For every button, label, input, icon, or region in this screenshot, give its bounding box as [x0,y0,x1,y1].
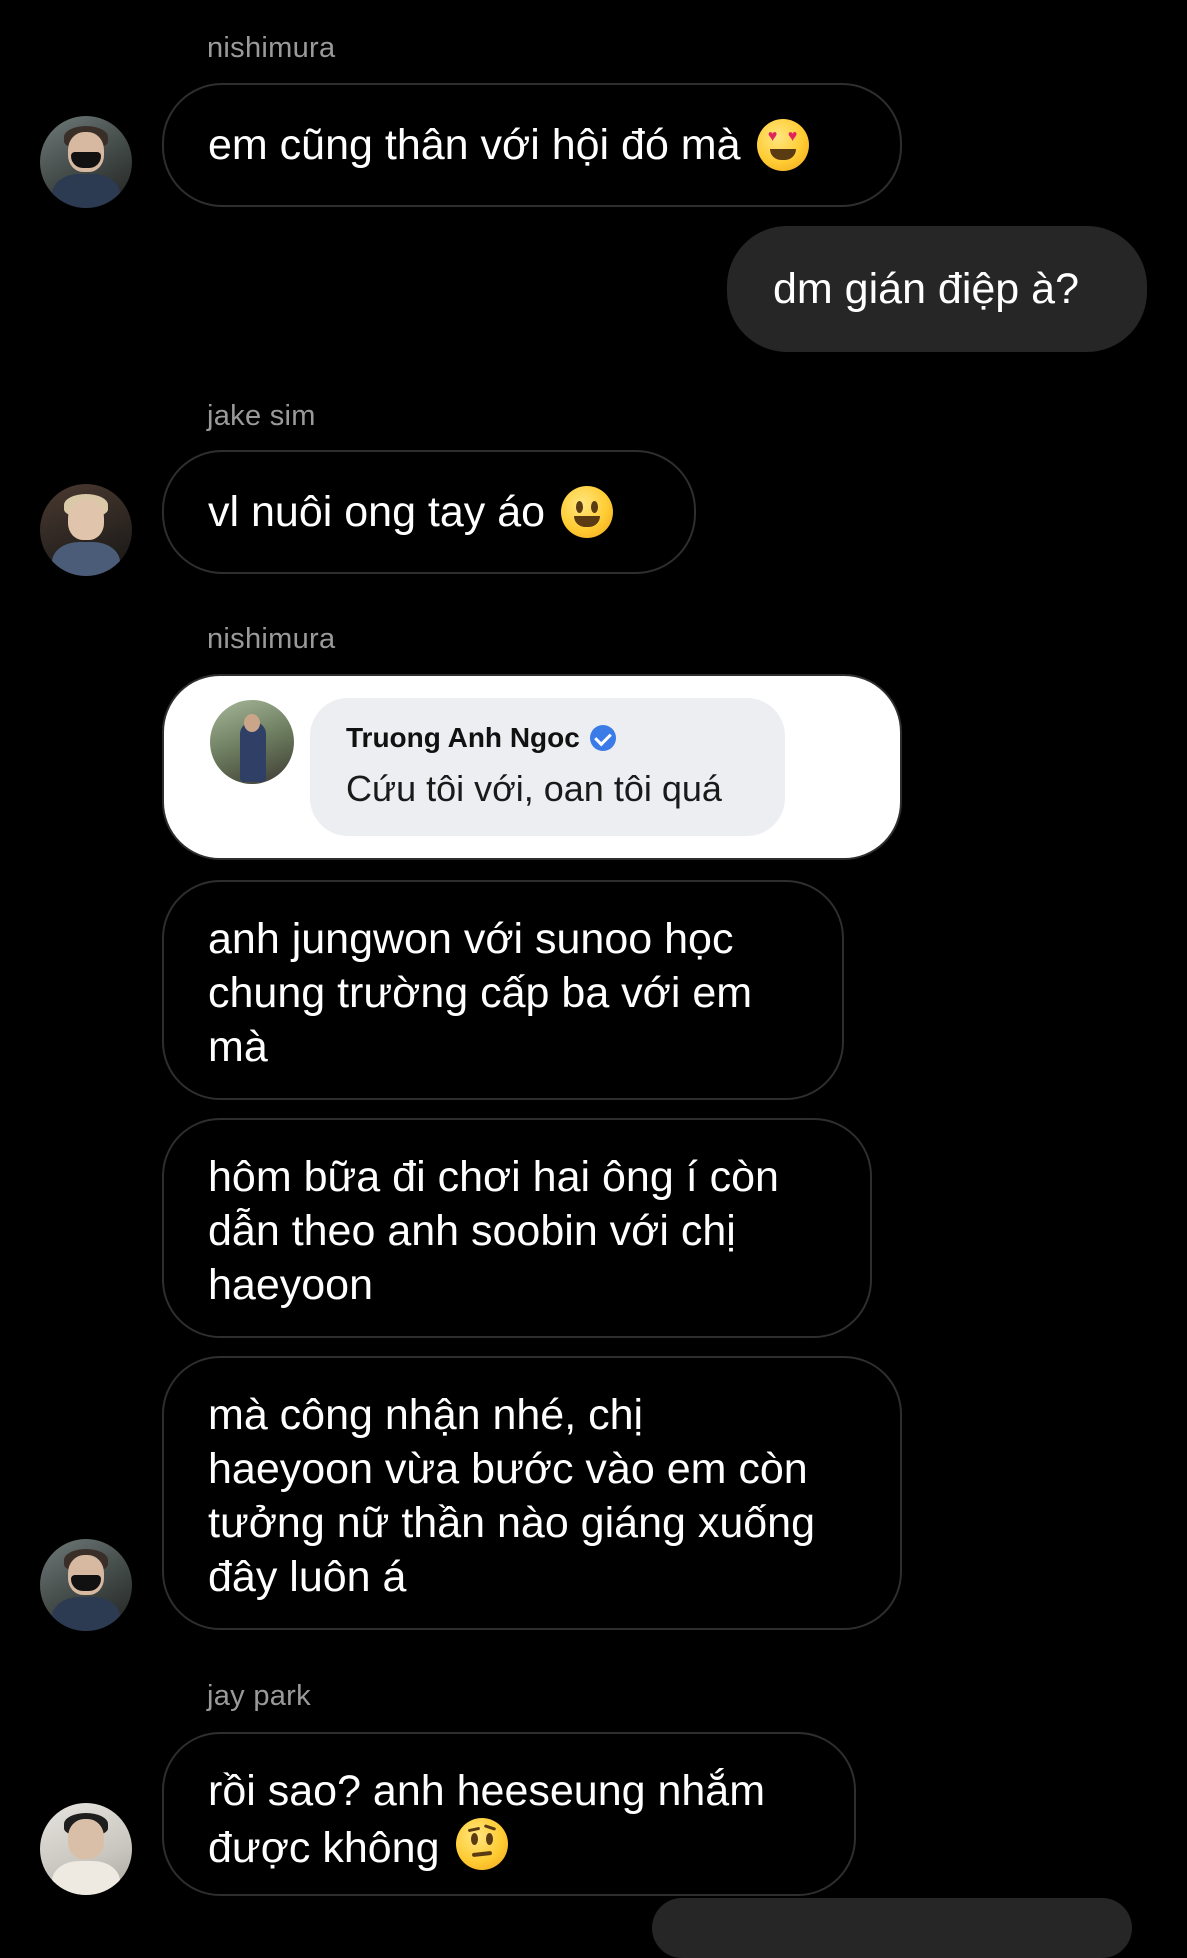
comment-text: Cứu tôi với, oan tôi quá [346,768,722,809]
message-line: dẫn theo anh soobin với chị [208,1207,736,1255]
avatar[interactable] [40,116,132,208]
outgoing-message-bubble[interactable] [652,1898,1132,1958]
message-bubble[interactable]: vl nuôi ong tay áo [162,450,696,574]
message-text: em cũng thân với hội đó mà [208,121,741,169]
commenter-avatar [210,700,294,784]
message-line: mà [208,1023,268,1071]
avatar[interactable] [40,484,132,576]
comment-bubble: Truong Anh Ngoc Cứu tôi với, oan tôi quá [310,698,785,836]
message-text: dm gián điệp à? [773,265,1079,313]
avatar[interactable] [40,1803,132,1895]
message-line: haeyoon vừa bước vào em còn [208,1445,808,1493]
message-line: haeyoon [208,1261,373,1309]
message-bubble[interactable]: em cũng thân với hội đó mà ♥ ♥ [162,83,902,207]
message-line: rồi sao? anh heeseung nhắm [208,1767,766,1815]
message-line: hôm bữa đi chơi hai ông í còn [208,1153,779,1201]
message-bubble[interactable]: anh jungwon với sunoo học chung trường c… [162,880,844,1100]
sender-name: nishimura [207,32,336,64]
sender-name: jake sim [207,400,316,432]
verified-badge-icon [589,725,616,751]
message-bubble[interactable]: mà công nhận nhé, chị haeyoon vừa bước v… [162,1356,902,1630]
message-bubble[interactable]: hôm bữa đi chơi hai ông í còn dẫn theo a… [162,1118,872,1338]
message-line: được không [208,1818,810,1875]
avatar[interactable] [40,1539,132,1631]
message-text: được không [208,1824,440,1872]
message-text: vl nuôi ong tay áo [208,488,546,536]
smiling-face-emoji-icon [561,486,614,538]
heart-eyes-emoji-icon: ♥ ♥ [756,119,809,171]
sender-name: jay park [207,1680,311,1712]
sender-name: nishimura [207,623,336,655]
message-line: tưởng nữ thần nào giáng xuống [208,1499,815,1547]
shared-comment-card[interactable]: Truong Anh Ngoc Cứu tôi với, oan tôi quá [162,674,902,860]
raised-eyebrow-emoji-icon [455,1818,508,1870]
message-line: chung trường cấp ba với em [208,969,753,1017]
message-line: đây luôn á [208,1553,407,1601]
message-line: anh jungwon với sunoo học [208,915,734,963]
commenter-name: Truong Anh Ngoc [346,722,580,753]
outgoing-message-bubble[interactable]: dm gián điệp à? [727,226,1147,352]
message-bubble[interactable]: rồi sao? anh heeseung nhắm được không [162,1732,856,1896]
message-line: mà công nhận nhé, chị [208,1391,644,1439]
